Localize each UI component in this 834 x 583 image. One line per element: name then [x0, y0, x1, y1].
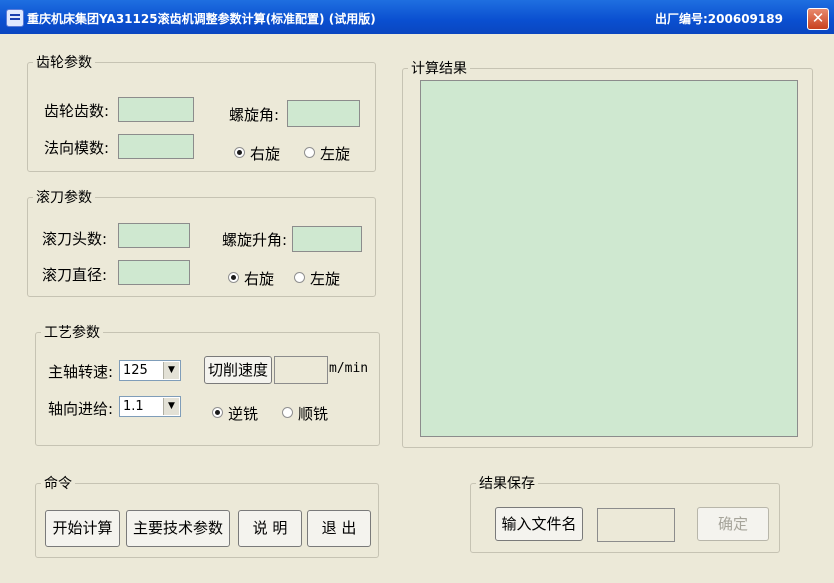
- cutting-speed-button[interactable]: 切削速度: [204, 356, 272, 384]
- start-calc-button[interactable]: 开始计算: [45, 510, 120, 547]
- process-params-legend: 工艺参数: [44, 325, 100, 341]
- radio-unselected-icon: [294, 272, 305, 283]
- radio-selected-icon: [228, 272, 239, 283]
- normal-module-input[interactable]: [118, 134, 194, 159]
- down-milling-radio[interactable]: 顺铣: [282, 403, 328, 424]
- chevron-down-icon[interactable]: ▼: [163, 398, 179, 415]
- process-params-group: 工艺参数: [35, 322, 380, 446]
- axial-feed-value: 1.1: [123, 399, 144, 414]
- radio-selected-icon: [234, 147, 245, 158]
- axial-feed-select[interactable]: 1.1 ▼: [119, 396, 181, 417]
- hob-diameter-input[interactable]: [118, 260, 190, 285]
- gear-params-legend: 齿轮参数: [36, 55, 92, 71]
- hob-params-legend: 滚刀参数: [36, 190, 92, 206]
- commands-legend: 命令: [44, 476, 72, 492]
- hob-diameter-label: 滚刀直径:: [42, 266, 108, 284]
- gear-right-hand-label: 右旋: [250, 145, 281, 163]
- confirm-button[interactable]: 确定: [697, 507, 769, 541]
- input-filename-button[interactable]: 输入文件名: [495, 507, 583, 541]
- gear-teeth-input[interactable]: [118, 97, 194, 122]
- exit-button[interactable]: 退 出: [307, 510, 371, 547]
- helix-angle-label: 螺旋角:: [229, 106, 280, 124]
- spindle-speed-select[interactable]: 125 ▼: [119, 360, 181, 381]
- main-params-button[interactable]: 主要技术参数: [126, 510, 230, 547]
- chevron-down-icon[interactable]: ▼: [163, 362, 179, 379]
- radio-selected-icon: [212, 407, 223, 418]
- axial-feed-label: 轴向进给:: [48, 400, 114, 418]
- up-milling-radio[interactable]: 逆铣: [212, 403, 258, 424]
- results-textarea[interactable]: [420, 80, 798, 437]
- cutting-speed-unit: m/min: [329, 361, 369, 376]
- down-milling-label: 顺铣: [298, 405, 329, 423]
- spindle-speed-label: 主轴转速:: [48, 363, 114, 381]
- hob-starts-input[interactable]: [118, 223, 190, 248]
- radio-unselected-icon: [304, 147, 315, 158]
- hob-left-hand-label: 左旋: [310, 270, 341, 288]
- window-title: 重庆机床集团YA31125滚齿机调整参数计算(标准配置) (试用版): [27, 12, 376, 26]
- lead-angle-input[interactable]: [292, 226, 362, 252]
- up-milling-label: 逆铣: [228, 405, 259, 423]
- gear-right-hand-radio[interactable]: 右旋: [234, 143, 280, 164]
- gear-left-hand-label: 左旋: [320, 145, 351, 163]
- gear-left-hand-radio[interactable]: 左旋: [304, 143, 350, 164]
- serial-number: 出厂编号:200609189: [655, 12, 783, 26]
- filename-input[interactable]: [597, 508, 675, 542]
- title-bar[interactable]: 重庆机床集团YA31125滚齿机调整参数计算(标准配置) (试用版) 出厂编号:…: [0, 0, 834, 34]
- app-icon[interactable]: [6, 9, 24, 27]
- gear-teeth-label: 齿轮齿数:: [44, 102, 110, 120]
- close-icon[interactable]: ✕: [807, 8, 829, 30]
- lead-angle-label: 螺旋升角:: [222, 231, 288, 249]
- main-window: 重庆机床集团YA31125滚齿机调整参数计算(标准配置) (试用版) 出厂编号:…: [0, 0, 834, 583]
- cutting-speed-output: [274, 356, 328, 384]
- hob-left-hand-radio[interactable]: 左旋: [294, 268, 340, 289]
- hob-right-hand-label: 右旋: [244, 270, 275, 288]
- save-legend: 结果保存: [479, 476, 535, 492]
- help-button[interactable]: 说 明: [238, 510, 302, 547]
- helix-angle-input[interactable]: [287, 100, 360, 127]
- radio-unselected-icon: [282, 407, 293, 418]
- results-legend: 计算结果: [411, 61, 467, 77]
- hob-starts-label: 滚刀头数:: [42, 230, 108, 248]
- spindle-speed-value: 125: [123, 363, 148, 378]
- hob-right-hand-radio[interactable]: 右旋: [228, 268, 274, 289]
- normal-module-label: 法向模数:: [44, 139, 110, 157]
